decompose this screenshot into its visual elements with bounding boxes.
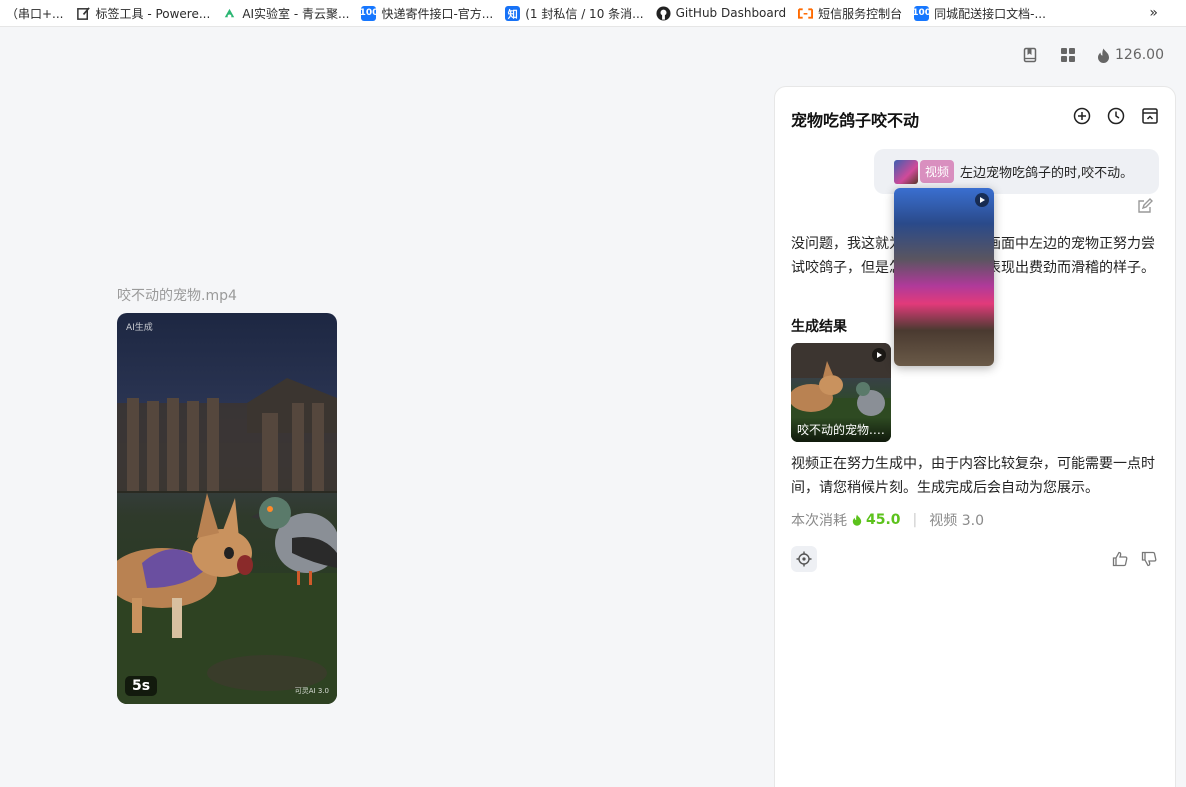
video-preview[interactable]: AI生成 5s 可灵AI 3.0: [117, 313, 337, 704]
thumbs-up-icon[interactable]: [1112, 551, 1128, 567]
result-video-card[interactable]: 咬不动的宠物.mp4: [791, 343, 891, 442]
new-chat-icon[interactable]: [1073, 107, 1091, 125]
conversation-title: 宠物吃鸽子咬不动: [791, 111, 920, 130]
aliyun-icon: [798, 6, 814, 21]
zhihu-icon: 知: [505, 5, 521, 21]
bookmark-item[interactable]: 标签工具 - Powere...: [70, 0, 217, 26]
ai-generated-tag: AI生成: [126, 323, 153, 333]
bookmark-item[interactable]: 短信服务控制台: [792, 0, 908, 26]
edit-icon[interactable]: [1137, 198, 1153, 214]
pet-and-pigeon-illustration: [117, 493, 337, 704]
locate-button[interactable]: [791, 546, 817, 572]
bookmark-item[interactable]: AI实验室 - 青云聚...: [216, 0, 355, 26]
flame-icon: [1098, 48, 1109, 63]
preview-filename: 咬不动的宠物.mp4: [117, 288, 237, 304]
video-tag: 视频: [920, 160, 955, 183]
bookmark-item[interactable]: 知 (1 封私信 / 10 条消...: [499, 0, 649, 26]
bookmark-label: （串口+...: [6, 6, 64, 21]
bookmark-label: GitHub Dashboard: [675, 6, 787, 20]
bookmark-item[interactable]: GitHub Dashboard: [650, 0, 793, 26]
play-icon: [872, 348, 886, 362]
cloud-icon: [222, 6, 237, 21]
logo-100-icon: 100: [360, 5, 378, 21]
target-icon: [796, 551, 812, 567]
divider: |: [912, 512, 918, 528]
flame-icon: [852, 514, 862, 526]
edit-square-icon: [76, 6, 91, 21]
thumbs-down-icon[interactable]: [1141, 551, 1157, 567]
duration-badge: 5s: [125, 676, 158, 696]
bookmark-item[interactable]: （串口+...: [0, 0, 70, 26]
bookmark-item[interactable]: 100 同城配送接口文档-...: [908, 0, 1052, 26]
bookmark-label: AI实验室 - 青云聚...: [242, 6, 350, 21]
user-message-text: 左边宠物吃鸽子的时,咬不动。: [960, 166, 1134, 181]
grid-icon[interactable]: [1059, 46, 1077, 64]
cost-info: 本次消耗 45.0 | 视频 3.0: [791, 510, 984, 530]
chat-panel: 宠物吃鸽子咬不动 视频 左边宠物吃鸽子的时,咬不动。 没问题，我这就为您生成视频…: [774, 86, 1176, 787]
bookmark-item[interactable]: 100 快递寄件接口-官方...: [355, 0, 499, 26]
result-video-label: 咬不动的宠物.mp4: [791, 417, 891, 442]
bookmark-label: 标签工具 - Powere...: [95, 6, 211, 21]
fence-illustration: [117, 378, 337, 493]
bookmarks-overflow-button[interactable]: »: [1139, 5, 1186, 21]
video-thumbnail[interactable]: [894, 159, 918, 184]
generation-status: 视频正在努力生成中，由于内容比较复杂，可能需要一点时间，请您稍候片刻。生成完成后…: [791, 456, 1155, 496]
github-icon: [656, 5, 671, 21]
play-icon: [975, 193, 989, 207]
history-icon[interactable]: [1107, 107, 1125, 125]
credits-balance[interactable]: 126.00: [1097, 47, 1164, 63]
panel-actions: [1073, 107, 1159, 125]
collapse-panel-icon[interactable]: [1141, 107, 1159, 125]
cost-value: 45.0: [866, 512, 901, 528]
bookmark-label: (1 封私信 / 10 条消...: [525, 6, 644, 21]
watermark: 可灵AI 3.0: [294, 687, 329, 695]
bookmark-label: 快递寄件接口-官方...: [381, 6, 494, 21]
hover-video-preview[interactable]: [894, 188, 994, 366]
logo-100-icon: 100: [912, 5, 931, 21]
result-section-title: 生成结果: [791, 319, 847, 335]
bookmarks-bar: （串口+... 标签工具 - Powere... AI实验室 - 青云聚... …: [0, 0, 1186, 27]
cost-label: 本次消耗: [791, 513, 847, 529]
bookmark-label: 短信服务控制台: [818, 6, 903, 21]
bookmark-label: 同城配送接口文档-...: [934, 6, 1046, 21]
book-icon[interactable]: [1021, 46, 1039, 64]
model-label: 视频 3.0: [929, 513, 984, 529]
top-toolbar: 126.00: [1021, 46, 1164, 64]
credits-value: 126.00: [1115, 47, 1164, 63]
